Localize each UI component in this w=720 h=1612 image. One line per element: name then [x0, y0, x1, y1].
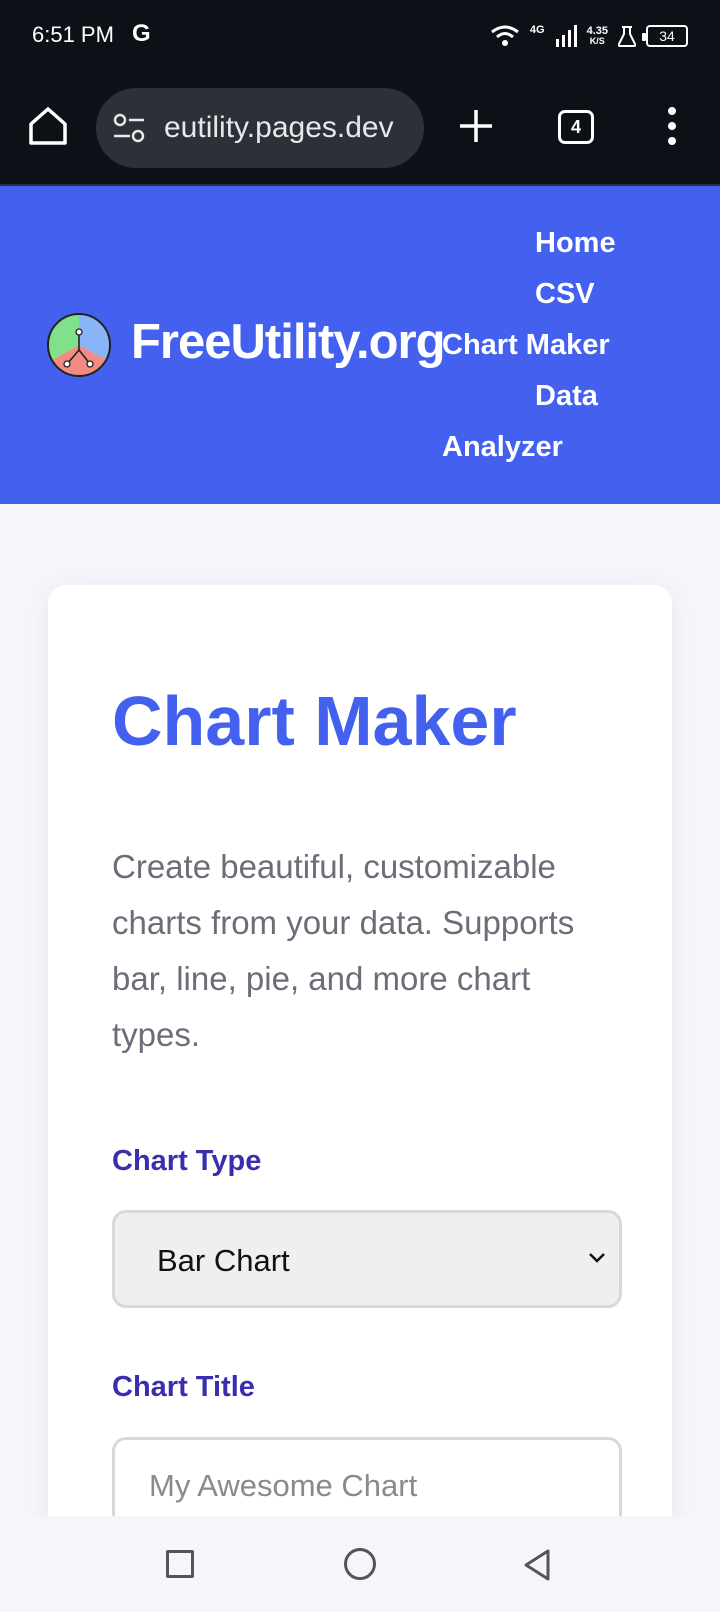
- system-nav-bar: [0, 1516, 720, 1612]
- tab-switcher-button[interactable]: 4: [558, 110, 594, 144]
- url-text[interactable]: eutility.pages.dev: [164, 111, 412, 145]
- nav-link-data[interactable]: Data: [440, 371, 650, 422]
- status-time: 6:51 PM: [32, 22, 114, 47]
- page-title: Chart Maker: [112, 682, 517, 760]
- chevron-down-icon: [589, 1253, 605, 1263]
- flask-icon: [618, 26, 636, 47]
- wifi-icon: [490, 25, 519, 46]
- site-logo-icon[interactable]: [46, 312, 112, 378]
- chart-type-label: Chart Type: [112, 1145, 262, 1177]
- browser-toolbar: eutility.pages.dev 4: [0, 74, 720, 186]
- more-menu-icon[interactable]: [662, 106, 682, 146]
- site-header: FreeUtility.org Home CSV Chart Maker Dat…: [0, 186, 720, 504]
- status-indicators: 4G 4.35 K/S 34: [490, 18, 688, 54]
- chart-title-placeholder: My Awesome Chart: [149, 1468, 418, 1503]
- network-speed: 4.35 K/S: [586, 25, 608, 47]
- page-description: Create beautiful, customizable charts fr…: [112, 848, 575, 1053]
- chart-maker-card: Chart Maker Create beautiful, customizab…: [48, 585, 672, 1612]
- address-bar[interactable]: eutility.pages.dev: [96, 88, 424, 168]
- recent-apps-button[interactable]: [166, 1550, 194, 1578]
- home-icon[interactable]: [26, 104, 70, 148]
- back-icon[interactable]: [522, 1548, 552, 1582]
- chart-type-select[interactable]: Bar Chart: [112, 1210, 622, 1308]
- chart-type-value: Bar Chart: [157, 1243, 290, 1278]
- speed-unit: K/S: [589, 36, 605, 46]
- signal-icon: [555, 25, 577, 47]
- site-nav: Home CSV Chart Maker Data Analyzer: [440, 218, 650, 473]
- network-type: 4G: [529, 24, 545, 36]
- speed-value: 4.35: [586, 25, 608, 37]
- status-bar: 6:51 PM G 4G 4.35 K/S 34: [0, 0, 720, 74]
- nav-link-chart-maker[interactable]: Chart Maker: [442, 320, 650, 371]
- site-settings-icon[interactable]: [112, 112, 146, 144]
- home-button[interactable]: [344, 1548, 376, 1580]
- nav-link-csv[interactable]: CSV: [440, 269, 650, 320]
- site-name[interactable]: FreeUtility.org: [131, 314, 446, 370]
- nav-link-home[interactable]: Home: [440, 218, 650, 269]
- new-tab-icon[interactable]: [458, 108, 494, 144]
- nav-link-analyzer[interactable]: Analyzer: [442, 422, 650, 473]
- chart-title-label: Chart Title: [112, 1371, 255, 1403]
- battery-icon: 34: [642, 25, 688, 47]
- google-icon: G: [132, 20, 151, 47]
